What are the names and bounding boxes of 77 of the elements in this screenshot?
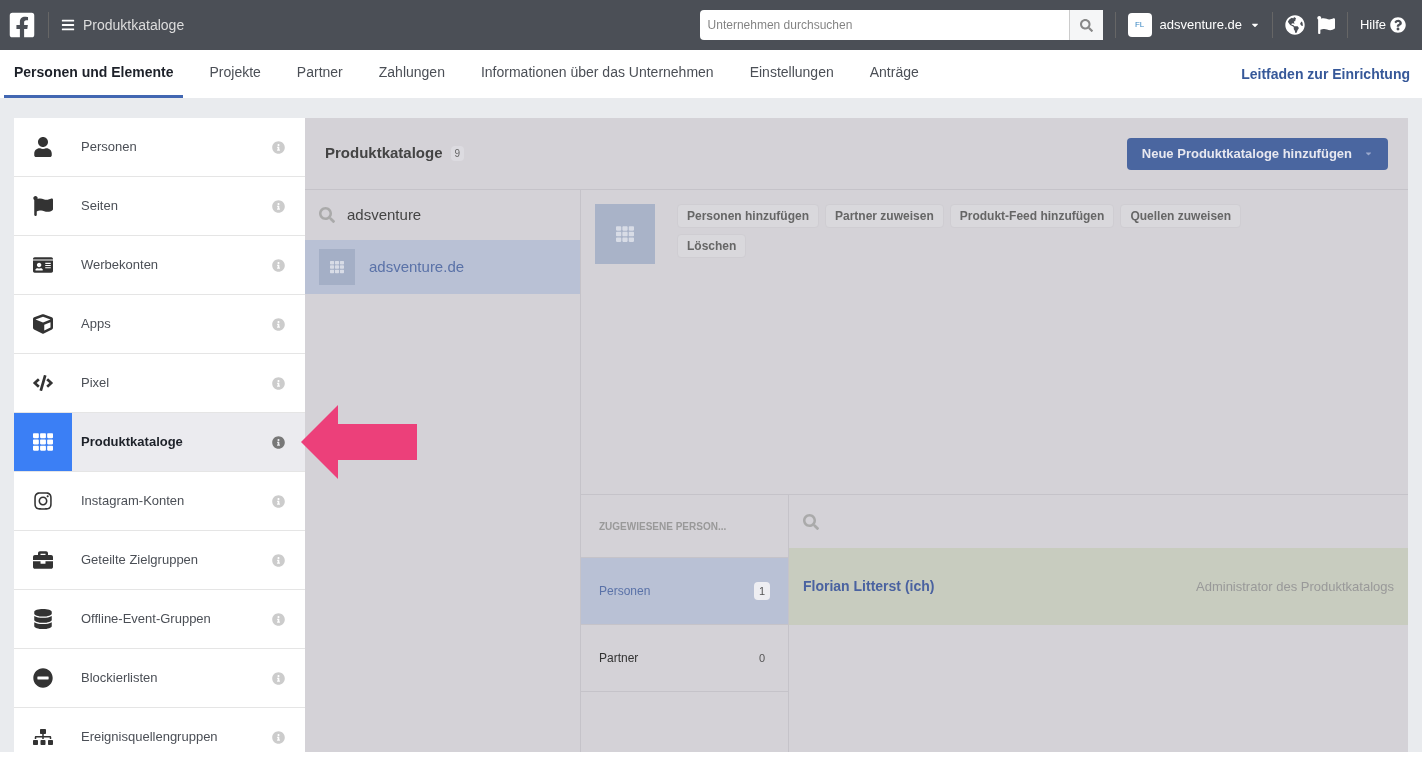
- info-icon[interactable]: [272, 671, 285, 685]
- info-icon[interactable]: [272, 612, 285, 626]
- flag-icon[interactable]: [1317, 16, 1335, 34]
- tab[interactable]: Zahlungen: [368, 50, 455, 98]
- sidebar-label: Apps: [81, 315, 112, 334]
- sidebar-label: Werbekonten: [81, 256, 160, 275]
- action-button[interactable]: Löschen: [677, 234, 747, 258]
- sidebar-item[interactable]: Produktkataloge: [14, 413, 305, 472]
- network-icon: [33, 727, 53, 747]
- caret-icon: [1364, 149, 1373, 158]
- sidebar-label: Personen: [81, 138, 138, 157]
- database-icon: [33, 609, 53, 629]
- search-icon[interactable]: [1079, 18, 1093, 32]
- catalog-name: adsventure.de: [369, 256, 465, 277]
- cube-icon: [33, 314, 53, 334]
- tab[interactable]: Anträge: [859, 50, 929, 98]
- item-count: 1: [753, 581, 770, 601]
- page-title: Produktkataloge: [83, 15, 185, 35]
- section-heading: ZUGEWIESENE PERSON...: [599, 519, 727, 534]
- tab[interactable]: Projekte: [199, 50, 271, 98]
- info-icon[interactable]: [272, 553, 285, 567]
- search-field[interactable]: Unternehmen durchsuchen: [699, 10, 1069, 40]
- help-button[interactable]: Hilfe: [1360, 15, 1406, 35]
- grid-icon: [330, 260, 344, 274]
- sidebar-label: Ereignisquellengruppen: [81, 728, 219, 747]
- category-item[interactable]: Personen 1: [581, 558, 788, 625]
- search-icon: [803, 513, 819, 530]
- info-icon[interactable]: [272, 140, 285, 154]
- info-icon[interactable]: [272, 730, 285, 744]
- sidebar-label: Geteilte Zielgruppen: [81, 551, 200, 570]
- action-button[interactable]: Partner zuweisen: [825, 204, 944, 228]
- person-icon: [33, 137, 53, 157]
- flag-icon: [33, 196, 53, 216]
- search-icon: [319, 207, 335, 223]
- action-button[interactable]: Personen hinzufügen: [677, 204, 819, 228]
- category-item[interactable]: Partner 0: [581, 625, 788, 692]
- ad-account-icon: [33, 255, 53, 275]
- info-icon[interactable]: [272, 317, 285, 331]
- sidebar-label: Pixel: [81, 374, 111, 393]
- item-count: 0: [757, 650, 766, 666]
- action-button[interactable]: Produkt-Feed hinzufügen: [949, 204, 1115, 228]
- person-name: Florian Litterst (ich): [803, 577, 936, 596]
- info-icon[interactable]: [272, 376, 285, 390]
- grid-icon: [616, 225, 634, 243]
- tab[interactable]: Informationen über das Unternehmen: [470, 50, 724, 98]
- sidebar-label: Produktkataloge: [81, 433, 184, 452]
- camera-icon: [33, 491, 53, 511]
- logo-icon[interactable]: [8, 11, 36, 39]
- account-menu[interactable]: FL adsventure.de: [1127, 13, 1260, 37]
- tab[interactable]: Personen und Elemente: [4, 50, 184, 98]
- code-icon: [33, 373, 53, 393]
- item-count: 9: [450, 146, 465, 161]
- menu-icon[interactable]: [61, 18, 75, 32]
- sidebar-label: Blockierlisten: [81, 669, 159, 688]
- info-icon[interactable]: [272, 258, 285, 272]
- briefcase-icon: [33, 550, 53, 570]
- question-icon: [1390, 17, 1406, 33]
- category-label: Partner: [599, 650, 640, 667]
- sidebar-label: Seiten: [81, 197, 119, 216]
- tab[interactable]: Partner: [286, 50, 353, 98]
- account-avatar: FL: [1127, 13, 1152, 37]
- block-icon: [33, 668, 53, 688]
- sidebar-label: Offline-Event-Gruppen: [81, 610, 212, 629]
- catalog-search-field[interactable]: adsventure: [347, 203, 566, 227]
- add-catalog-button[interactable]: Neue Produktkataloge hinzufügen: [1126, 137, 1388, 170]
- info-icon[interactable]: [272, 435, 285, 449]
- category-label: Personen: [599, 583, 652, 600]
- sidebar-label: Instagram-Konten: [81, 492, 186, 511]
- globe-icon[interactable]: [1285, 15, 1305, 35]
- grid-icon: [33, 432, 53, 452]
- setup-guide-link[interactable]: Leitfaden zur Einrichtung: [1241, 63, 1418, 85]
- action-button[interactable]: Quellen zuweisen: [1120, 204, 1242, 228]
- account-name: adsventure.de: [1159, 16, 1242, 35]
- info-icon[interactable]: [272, 494, 285, 508]
- panel-title: Produktkataloge: [325, 143, 443, 164]
- info-icon[interactable]: [272, 199, 285, 213]
- tab[interactable]: Einstellungen: [739, 50, 844, 98]
